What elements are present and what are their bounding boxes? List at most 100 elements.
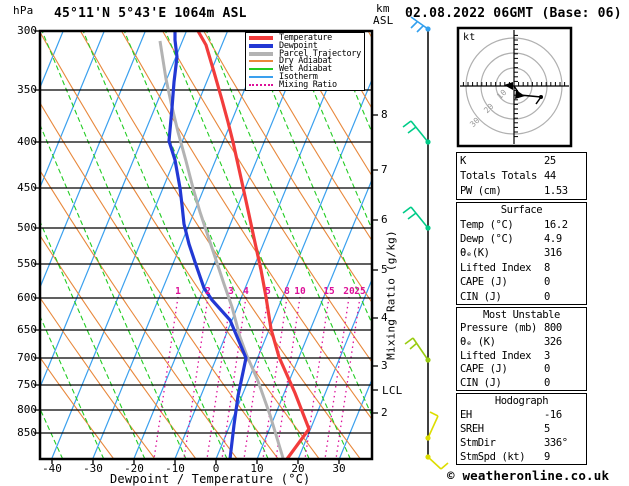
dry-adiabat-line [203, 32, 371, 303]
temperature-sample [249, 35, 273, 40]
row-value: 0 [544, 363, 550, 376]
table-row: θₑ(K) 316 [457, 247, 586, 259]
pressure-unit-label: hPa [13, 4, 34, 17]
sounding-screenshot: 45°11'N 5°43'E 1064m ASL 02.08.2022 06GM… [0, 0, 629, 486]
km-label: 5 [381, 263, 388, 276]
wind-barb [404, 337, 431, 363]
row-label: CIN (J) [460, 377, 502, 390]
row-label: CIN (J) [460, 290, 502, 303]
pressure-label: 650 [17, 323, 37, 336]
row-label: θₑ (K) [460, 336, 496, 349]
mixing-ratio-sample [249, 83, 273, 86]
row-value: 16.2 [544, 218, 568, 231]
row-label: Pressure (mb) [460, 322, 537, 335]
row-value: 336° [544, 437, 568, 449]
row-label: Lifted Index [460, 261, 532, 274]
row-value: 4.9 [544, 233, 562, 246]
mixing-ratio-axis-label: Mixing Ratio (g/kg) [384, 230, 398, 360]
row-label: θₑ(K) [460, 247, 490, 260]
table-row: Temp (°C) 16.2 [457, 219, 586, 231]
table-row: K 25 [457, 155, 586, 167]
temp-label: 30 [332, 462, 346, 475]
pressure-label: 500 [17, 221, 37, 234]
row-value: 316 [544, 247, 562, 260]
row-value: 25 [544, 154, 556, 167]
table-row: CIN (J) 0 [457, 291, 586, 303]
temp-label: 0 [212, 462, 220, 475]
row-value: 0 [544, 290, 550, 303]
row-value: 5 [544, 423, 550, 435]
table-row: SREH 5 [457, 423, 586, 435]
station-title: 45°11'N 5°43'E 1064m ASL [54, 6, 247, 21]
row-label: Lifted Index [460, 349, 532, 362]
km-label: 2 [381, 406, 388, 419]
temp-label: -10 [165, 462, 185, 475]
pressure-label: 850 [17, 426, 37, 439]
pressure-label: 750 [17, 378, 37, 391]
row-label: Totals Totals [460, 169, 537, 182]
kt-label: kt [463, 32, 476, 43]
mixing-ratio-label: 15 [323, 286, 335, 297]
legend-box: Temperature Dewpoint Parcel Trajectory Dry … [245, 32, 365, 91]
legend-label: Mixing Ratio [279, 79, 337, 90]
km-label: 8 [381, 108, 388, 121]
pressure-label: 600 [17, 291, 37, 304]
lcl-label: LCL [382, 384, 403, 397]
pressure-label: 350 [17, 83, 37, 96]
mixing-ratio-line [183, 296, 209, 458]
row-value: 44 [544, 169, 556, 182]
table-row: StmSpd (kt) 9 [457, 451, 586, 463]
mixing-ratio-line [324, 296, 350, 458]
table-row: Pressure (mb) 800 [457, 322, 586, 334]
table-row: θₑ (K) 326 [457, 336, 586, 348]
indices-table: K 25 Totals Totals 44 PW (cm) 1.53 [456, 152, 587, 200]
row-value: 9 [544, 451, 550, 463]
wind-barb [402, 206, 431, 231]
km-label: 6 [381, 213, 388, 226]
pressure-label: 300 [17, 24, 37, 37]
surface-table: Surface Temp (°C) 16.2 Dewp (°C) 4.9 θₑ(K) 316… [456, 202, 587, 305]
row-value: 1.53 [544, 185, 568, 198]
km-label: 3 [381, 359, 388, 372]
km-label: 4 [381, 311, 388, 324]
row-value: -16 [544, 409, 562, 421]
table-row: EH -16 [457, 409, 586, 421]
mixing-ratio-label: 3 [228, 286, 234, 297]
table-row: Dewp (°C) 4.9 [457, 233, 586, 245]
table-row: Lifted Index 8 [457, 262, 586, 274]
mixing-ratio-label: 25 [354, 286, 366, 297]
mixing-ratio-label: 4 [243, 286, 249, 297]
row-label: Dewp (°C) [460, 233, 514, 246]
dry-adiabat-sample [249, 60, 273, 63]
parcel-trajectory-sample [249, 51, 273, 56]
table-header: Most Unstable [483, 308, 560, 321]
row-label: StmSpd (kt) [460, 451, 526, 463]
row-value: 8 [544, 261, 550, 274]
table-row: StmDir 336° [457, 437, 586, 449]
most-unstable-table: Most Unstable Pressure (mb) 800 θₑ (K) 326 Li… [456, 307, 587, 391]
table-row: CIN (J) 0 [457, 377, 586, 389]
wet-adiabat-line [618, 31, 629, 459]
temp-label: 10 [250, 462, 264, 475]
mixing-ratio-label: 1 [175, 286, 181, 297]
legend-item: Mixing Ratio [246, 79, 364, 90]
row-value: 0 [544, 377, 550, 390]
hodograph-table: Hodograph EH -16 SREH 5 StmDir 336° StmSpd (kt)… [456, 393, 587, 465]
mixing-ratio-label: 10 [294, 286, 306, 297]
row-label: CAPE (J) [460, 276, 508, 289]
row-label: StmDir [460, 437, 496, 449]
row-value: 800 [544, 322, 562, 335]
dry-adiabat-line [41, 32, 320, 458]
row-value: 0 [544, 276, 550, 289]
row-label: EH [460, 409, 472, 421]
table-row: Lifted Index 3 [457, 350, 586, 362]
pressure-label: 450 [17, 181, 37, 194]
mixing-ratio-label: 5 [265, 286, 271, 297]
table-header: Hodograph [494, 395, 549, 407]
table-row: Totals Totals 44 [457, 170, 586, 182]
row-label: CAPE (J) [460, 363, 508, 376]
row-label: K [460, 154, 466, 167]
pressure-label: 400 [17, 135, 37, 148]
temp-label: -30 [83, 462, 103, 475]
asl-label: ASL [373, 14, 394, 27]
